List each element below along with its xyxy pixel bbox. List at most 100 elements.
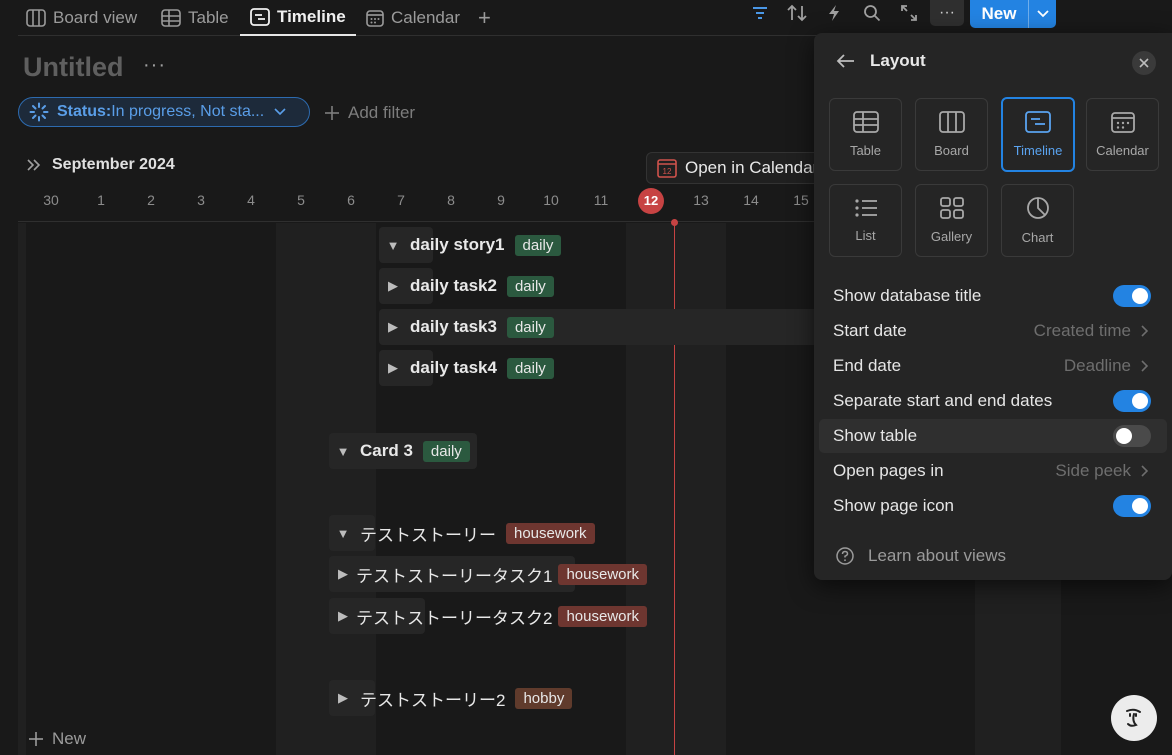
layout-option-table[interactable]: Table: [829, 98, 902, 171]
triangle-right-icon[interactable]: ▶: [386, 278, 400, 294]
close-panel-button[interactable]: [1132, 51, 1156, 75]
setting-value: Deadline: [1064, 356, 1149, 376]
timeline-month: September 2024: [52, 156, 175, 173]
timeline-row[interactable]: ▼ daily story1 daily: [386, 227, 562, 263]
timeline-row[interactable]: ▶ テストストーリータスク2 housework: [336, 598, 648, 634]
row-title: Card 3: [360, 441, 413, 460]
triangle-right-icon[interactable]: ▶: [386, 319, 400, 335]
separate-dates-toggle[interactable]: [1113, 390, 1151, 412]
chevron-right-icon: [1141, 360, 1149, 372]
day-label: 14: [743, 192, 759, 208]
day-label: 5: [297, 192, 305, 208]
triangle-down-icon[interactable]: ▼: [336, 444, 350, 459]
timeline-row[interactable]: ▶ テストストーリータスク1 housework: [336, 556, 648, 592]
setting-show-page-icon[interactable]: Show page icon: [819, 489, 1167, 523]
layout-option-label: Timeline: [1013, 143, 1063, 158]
setting-end-date[interactable]: End date Deadline: [819, 349, 1167, 383]
layout-option-gallery[interactable]: Gallery: [915, 184, 988, 257]
expand-button[interactable]: [895, 0, 923, 26]
triangle-down-icon[interactable]: ▼: [336, 526, 350, 541]
sort-button[interactable]: [783, 0, 811, 26]
chevron-down-icon: [274, 108, 286, 116]
chevron-down-icon: [1036, 10, 1049, 18]
timeline-month-header: September 2024: [26, 156, 175, 174]
back-arrow-icon[interactable]: [836, 53, 856, 69]
tab-timeline[interactable]: Timeline: [240, 0, 356, 36]
setting-show-database-title[interactable]: Show database title: [819, 279, 1167, 313]
row-title: daily task4: [410, 358, 497, 377]
row-tag: daily: [422, 440, 470, 462]
setting-start-date[interactable]: Start date Created time: [819, 314, 1167, 348]
layout-option-list[interactable]: List: [829, 184, 902, 257]
tab-label: Board view: [53, 8, 138, 27]
chart-icon: [1026, 197, 1049, 219]
svg-text:12: 12: [663, 167, 672, 176]
timeline-row[interactable]: ▶ daily task3 daily: [386, 309, 554, 345]
weekend-column: [626, 223, 726, 755]
layout-option-board[interactable]: Board: [915, 98, 988, 171]
learn-about-views-link[interactable]: Learn about views: [836, 546, 1006, 566]
board-icon: [26, 9, 46, 27]
setting-label: Start date: [833, 321, 907, 340]
row-tag: hobby: [515, 687, 573, 709]
end-date-value: Deadline: [1063, 356, 1131, 375]
tab-board-view[interactable]: Board view: [26, 0, 137, 36]
timeline-row[interactable]: ▼ Card 3 daily: [336, 433, 470, 469]
double-chevron-right-icon[interactable]: [26, 158, 42, 172]
tab-table[interactable]: Table: [161, 0, 229, 36]
setting-show-table[interactable]: Show table: [819, 419, 1167, 453]
more-icon: ···: [939, 4, 955, 21]
add-new-row-button[interactable]: New: [28, 729, 86, 749]
show-page-icon-toggle[interactable]: [1113, 495, 1151, 517]
filter-button[interactable]: [746, 0, 774, 26]
day-label: 2: [147, 192, 155, 208]
triangle-right-icon[interactable]: ▶: [386, 360, 400, 376]
new-button-label: New: [981, 4, 1017, 23]
timeline-row[interactable]: ▼ テストストーリー housework: [336, 515, 595, 551]
title-more-button[interactable]: ···: [143, 54, 166, 77]
search-button[interactable]: [858, 0, 886, 26]
add-filter-button[interactable]: Add filter: [324, 100, 415, 126]
open-in-calendar-button[interactable]: 12 Open in Calendar: [646, 152, 821, 184]
add-filter-label: Add filter: [348, 103, 416, 122]
page-title[interactable]: Untitled: [23, 52, 124, 83]
loading-status-icon: [29, 102, 49, 122]
triangle-right-icon[interactable]: ▶: [336, 566, 350, 582]
table-icon: [852, 111, 879, 133]
tab-calendar[interactable]: Calendar: [366, 0, 460, 36]
help-assistant-button[interactable]: [1111, 695, 1157, 741]
gallery-icon: [939, 197, 964, 219]
show-database-title-toggle[interactable]: [1113, 285, 1151, 307]
setting-open-pages-in[interactable]: Open pages in Side peek: [819, 454, 1167, 488]
filter-icon: [753, 7, 767, 19]
layout-option-calendar[interactable]: Calendar: [1086, 98, 1159, 171]
tab-label: Table: [188, 8, 229, 27]
layout-option-timeline[interactable]: Timeline: [1001, 97, 1075, 172]
search-icon: [864, 5, 881, 22]
status-filter-chip[interactable]: Status: In progress, Not sta...: [18, 97, 310, 127]
row-title: テストストーリー: [360, 525, 496, 545]
sort-icon: [787, 4, 807, 22]
triangle-right-icon[interactable]: ▶: [336, 690, 350, 706]
new-dropdown-button[interactable]: [1028, 0, 1056, 28]
learn-about-views-label: Learn about views: [868, 546, 1006, 565]
show-table-toggle[interactable]: [1113, 425, 1151, 447]
calendar-icon: [366, 10, 384, 27]
day-label: 6: [347, 192, 355, 208]
day-label: 7: [397, 192, 405, 208]
timeline-row[interactable]: ▶ テストストーリー2 hobby: [336, 680, 573, 716]
lightning-icon: [829, 5, 839, 21]
new-button[interactable]: New: [970, 0, 1056, 28]
triangle-down-icon[interactable]: ▼: [386, 238, 400, 253]
automation-button[interactable]: [820, 0, 848, 26]
timeline-row[interactable]: ▶ daily task4 daily: [386, 350, 554, 386]
layout-option-chart[interactable]: Chart: [1001, 184, 1074, 257]
add-view-button[interactable]: +: [478, 0, 491, 36]
more-options-button[interactable]: ···: [930, 0, 964, 26]
table-icon: [161, 9, 181, 27]
setting-separate-dates[interactable]: Separate start and end dates: [819, 384, 1167, 418]
triangle-right-icon[interactable]: ▶: [336, 608, 350, 624]
timeline-row[interactable]: ▶ daily task2 daily: [386, 268, 554, 304]
day-label: 1: [97, 192, 105, 208]
add-new-label: New: [52, 729, 87, 748]
